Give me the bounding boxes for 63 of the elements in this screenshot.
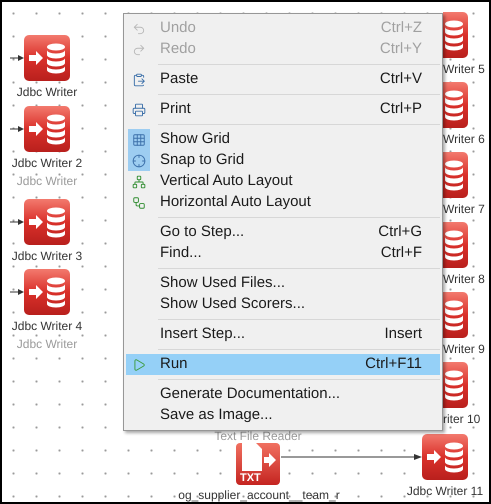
network-icon [132,174,146,188]
menu-item[interactable]: Run Ctrl+F11 [126,354,440,375]
shortcut-label: Ctrl+F11 [365,354,423,374]
menu-item[interactable]: Go to Step... Ctrl+G [126,222,440,243]
text-file-icon [236,443,280,485]
database-writer-icon [443,12,468,58]
menu-item[interactable]: Find... Ctrl+F [126,243,440,264]
connector-arrow [10,55,24,61]
undo-icon [132,22,146,36]
node-label: og_supplier_account__team_r [177,489,341,501]
node-label: Writer 9 [443,343,485,355]
node-label: Writer 7 [443,203,485,215]
database-writer-icon [422,434,468,480]
file-type-label: TXT [240,473,261,484]
database-writer-icon [24,199,70,245]
node-label: Jdbc Writer [16,86,78,98]
database-writer-icon [443,292,468,338]
node-label: Jdbc Writer 11 [406,485,484,497]
menu-item[interactable]: Print Ctrl+P [126,99,440,120]
menu-item[interactable]: Generate Documentation... [126,384,440,405]
node-type-label: Jdbc Writer [16,175,78,187]
shortcut-label: Ctrl+P [380,99,423,120]
shortcut-label: Ctrl+Y [380,39,423,60]
database-writer-icon [24,106,70,152]
printer-icon [132,102,146,116]
shortcut-label: Ctrl+G [378,222,423,242]
database-writer-icon [24,269,70,315]
menu-item[interactable]: Paste Ctrl+V [126,69,440,90]
menu-item[interactable]: Insert Step... Insert [126,324,440,345]
database-writer-icon [443,222,468,268]
node-label: riter 10 [443,413,480,425]
node-type-label: Jdbc Writer [16,338,78,350]
connector-arrow [10,219,24,225]
shortcut-label: Ctrl+V [380,69,423,90]
database-writer-icon [443,82,468,128]
menu-item[interactable]: Show Grid [126,129,440,150]
shortcut-label: Insert [384,324,423,344]
node-label: Jdbc Writer 3 [10,250,84,262]
shortcut-label: Ctrl+F [380,243,423,264]
menu-item[interactable]: Vertical Auto Layout [126,171,440,192]
menu-item[interactable]: Snap to Grid [126,150,440,171]
crosshair-icon [132,154,146,168]
menu-item[interactable]: Show Used Files... [126,273,440,294]
node-type-label: Text File Reader [213,430,303,442]
menu-item[interactable]: Show Used Scorers... [126,294,440,315]
database-writer-icon [24,35,70,81]
connector-arrow [10,126,24,132]
play-icon [132,358,146,372]
node-label: Writer 8 [443,273,485,285]
shortcut-label: Ctrl+Z [380,18,423,38]
database-writer-icon [443,362,468,408]
node-label: Writer 5 [443,63,485,75]
menu-item[interactable]: Horizontal Auto Layout [126,192,440,213]
menu-item[interactable]: Save as Image... [126,405,440,426]
database-writer-icon [443,152,468,198]
node-label: Jdbc Writer 2 [10,157,84,169]
workflow-icon [132,196,146,210]
node-label: Writer 6 [443,133,485,145]
redo-icon [132,42,146,56]
grid-icon [132,132,146,146]
node-label: Jdbc Writer 4 [10,320,84,332]
clipboard-icon [132,72,146,86]
connector-arrow [10,289,24,295]
